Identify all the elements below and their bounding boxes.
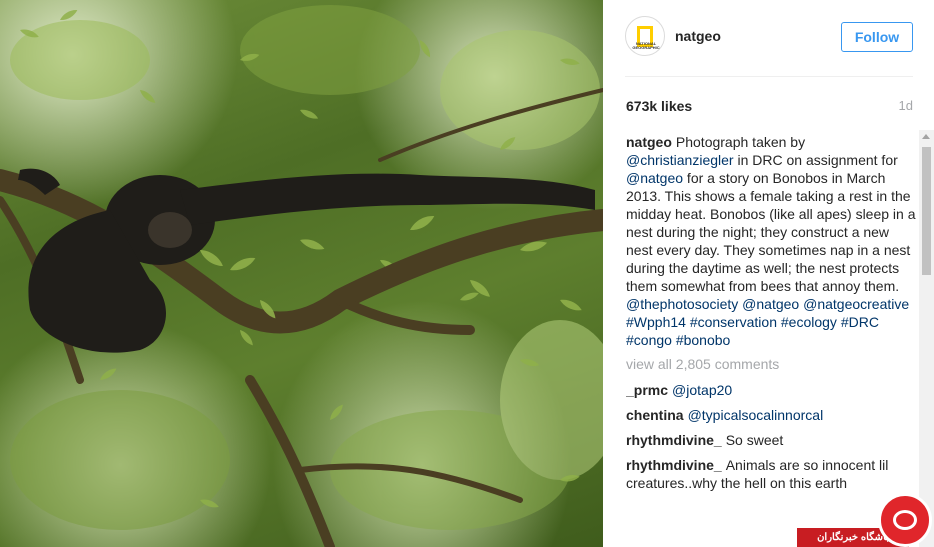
caption-mention-link[interactable]: #congo [626,332,672,348]
comment-username[interactable]: rhythmdivine_ [626,457,722,473]
comment-username[interactable]: chentina [626,407,684,423]
caption-username[interactable]: natgeo [626,134,672,150]
comment-item: rhythmdivine_ Animals are so innocent lil… [626,456,916,492]
caption-mention-link[interactable]: #bonobo [676,332,731,348]
comments-scrollbar[interactable] [919,130,934,547]
comments-list: natgeo Photograph taken by @christianzieg… [626,133,916,533]
caption-mention-link[interactable]: @christianziegler [626,152,734,168]
comment-item: _prmc @jotap20 [626,381,916,399]
caption-mention-link[interactable]: #conservation [690,314,777,330]
comment-mention-link[interactable]: @typicalsocalinnorcal [688,407,824,423]
scrollbar-thumb[interactable] [922,147,931,275]
header-divider [625,76,913,77]
caption-text: Photograph taken by @christianziegler in… [626,134,916,348]
caption-text-segment: for a story on Bonobos in March 2013. Th… [626,170,916,294]
comment-thread: _prmc @jotap20 chentina @typicalsocalinnorc… [626,381,916,492]
caption-mention-link[interactable]: @natgeocreative [803,296,909,312]
comment-username[interactable]: _prmc [626,382,668,398]
caption-mention-link[interactable]: #Wpph14 [626,314,686,330]
view-all-comments-link[interactable]: view all 2,805 comments [626,355,916,373]
follow-button[interactable]: Follow [841,22,913,52]
comment-item: rhythmdivine_ So sweet [626,431,916,449]
post-header: NATIONAL GEOGRAPHIC natgeo Follow [625,14,913,60]
caption-text-segment: Photograph taken by [675,134,806,150]
avatar[interactable]: NATIONAL GEOGRAPHIC [625,16,665,56]
caption-mention-link[interactable]: @natgeo [742,296,799,312]
caption-text-segment: in DRC on assignment for [733,152,898,168]
post-username[interactable]: natgeo [675,28,721,44]
comment-mention-link[interactable]: @jotap20 [672,382,732,398]
scroll-up-arrow-icon[interactable] [922,134,930,139]
caption-mention-link[interactable]: @thephotosociety [626,296,738,312]
likes-count[interactable]: 673k likes [626,98,692,114]
caption: natgeo Photograph taken by @christianzieg… [626,133,916,349]
watermark-logo-icon [878,493,932,547]
post-photo[interactable] [0,0,603,547]
comment-item: chentina @typicalsocalinnorcal [626,406,916,424]
caption-mention-link[interactable]: @natgeo [626,170,683,186]
avatar-logo-text: NATIONAL GEOGRAPHIC [632,41,660,50]
caption-mention-link[interactable]: #ecology [781,314,837,330]
comment-username[interactable]: rhythmdivine_ [626,432,722,448]
comment-text: So sweet [725,432,784,448]
bonobo-photo-art [0,5,603,547]
caption-mention-link[interactable]: #DRC [841,314,879,330]
speech-bubble-icon [893,510,917,530]
post-age[interactable]: 1d [899,98,913,113]
